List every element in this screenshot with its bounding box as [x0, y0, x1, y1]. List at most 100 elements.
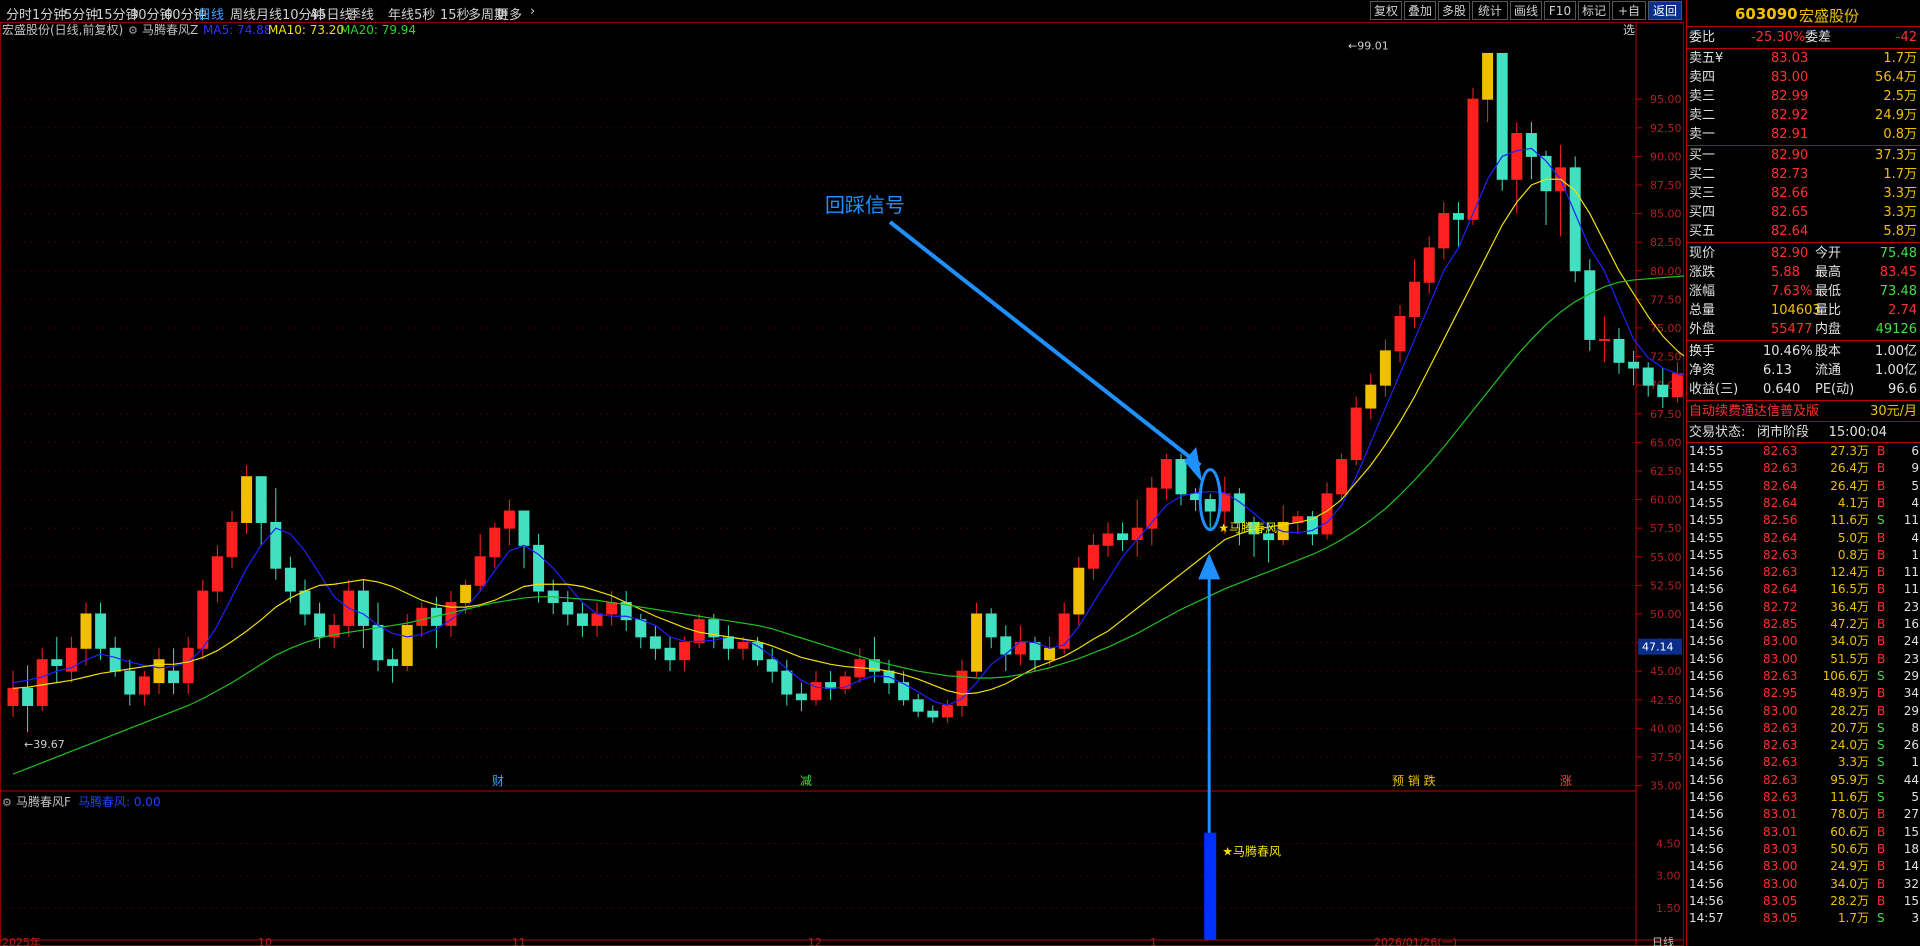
- tick-time: 14:55: [1689, 461, 1724, 476]
- candle: [927, 710, 939, 718]
- tick-time: 14:56: [1689, 859, 1724, 874]
- stat2-label: 净资: [1689, 363, 1716, 378]
- period-tab-13[interactable]: 5秒: [414, 4, 435, 23]
- sell-label: 卖二: [1689, 108, 1716, 123]
- toolbar-button-0[interactable]: 复权: [1370, 1, 1402, 20]
- period-tab-12[interactable]: 年线: [388, 4, 414, 23]
- tick-volume: 26.4万: [1830, 461, 1869, 476]
- candle: [124, 670, 136, 695]
- tick-time: 14:56: [1689, 599, 1724, 614]
- sub-settings-icon: ⚙: [2, 796, 12, 809]
- candle: [460, 584, 472, 604]
- period-tab-1[interactable]: 1分钟: [32, 4, 66, 23]
- period-tab-7[interactable]: 周线: [230, 4, 256, 23]
- period-tab-6[interactable]: 日线: [198, 4, 224, 23]
- tick-count: 15: [1903, 824, 1919, 839]
- tick-direction: B: [1877, 444, 1886, 458]
- candle: [387, 659, 399, 666]
- candle: [679, 642, 691, 661]
- period-toolbar: 分时 1分钟 5分钟 15分钟 30分钟 60分钟 日线 周线 月线 10分钟 45日线 季线 年线 5秒…: [0, 0, 1684, 37]
- toolbar-button-4[interactable]: 画线: [1510, 1, 1542, 20]
- y-tick-label: 90.00: [1650, 150, 1682, 163]
- y-tick-label: 77.50: [1650, 293, 1682, 306]
- y-tick-label: 80.00: [1650, 265, 1682, 278]
- toolbar-button-1[interactable]: 叠加: [1404, 1, 1436, 20]
- tick-direction: S: [1877, 513, 1885, 528]
- y-tick-label: 57.50: [1650, 522, 1682, 535]
- candle: [372, 624, 384, 661]
- candle: [562, 602, 574, 615]
- toolbar-button-7[interactable]: +自选: [1612, 1, 1646, 37]
- tick-row: 14:56 83.01 60.6万 B 15: [1687, 823, 1920, 841]
- period-tab-0[interactable]: 分时: [6, 4, 32, 23]
- candle: [1117, 533, 1129, 541]
- toolbar-button-6[interactable]: 标记: [1578, 1, 1610, 20]
- stat-label: 总量: [1689, 303, 1716, 318]
- tick-price: 82.72: [1763, 599, 1798, 614]
- sell-level-row: 卖一 82.91 0.8万: [1687, 125, 1920, 144]
- sell-price: 82.91: [1771, 127, 1809, 142]
- tick-volume: 11.6万: [1830, 513, 1869, 528]
- tick-row: 14:55 82.56 11.6万 S 11: [1687, 511, 1920, 529]
- candle: [1598, 338, 1610, 341]
- stat-label-2: 最低: [1815, 284, 1842, 299]
- tick-row: 14:56 82.63 3.3万 S 1: [1687, 753, 1920, 771]
- stock-name: 宏盛股份: [1799, 7, 1860, 25]
- tick-time: 14:56: [1689, 876, 1724, 891]
- tick-count: 15: [1903, 893, 1919, 908]
- stock-code: 603090: [1735, 5, 1798, 23]
- period-tab-10[interactable]: 45日线: [310, 4, 353, 23]
- weibi-label: 委比: [1689, 30, 1716, 45]
- stat-value: 104603: [1771, 303, 1821, 318]
- settings-icon: ⚙: [128, 24, 138, 37]
- tick-price: 82.63: [1763, 738, 1798, 753]
- stat-value: 7.63%: [1771, 284, 1813, 299]
- toolbar-button-2[interactable]: 多股: [1438, 1, 1470, 20]
- tick-price: 82.63: [1763, 755, 1798, 770]
- tick-count: 5: [1911, 790, 1919, 804]
- candle: [971, 613, 983, 672]
- sub-value-label: 马腾春风: 0.00: [78, 794, 161, 809]
- toolbar-button-5[interactable]: F10: [1544, 1, 1576, 20]
- period-tab-11[interactable]: 季线: [348, 4, 374, 23]
- y-tick-label: 75.00: [1650, 322, 1682, 335]
- promo-row[interactable]: 自动续费通达信普及版 30元/月: [1687, 402, 1920, 421]
- candle: [649, 636, 661, 649]
- tick-count: 11: [1903, 582, 1919, 597]
- toolbar-button-8[interactable]: 返回: [1648, 1, 1682, 20]
- x-axis-label-2: 11: [512, 936, 526, 946]
- sell-price: 82.99: [1771, 89, 1809, 104]
- tick-price: 82.63: [1763, 668, 1798, 683]
- tick-time: 14:55: [1689, 495, 1724, 510]
- candle: [576, 613, 588, 626]
- stat-value-2: 73.48: [1879, 284, 1917, 299]
- tick-volume: 3.3万: [1837, 755, 1869, 770]
- period-tab-16[interactable]: 更多: [496, 4, 522, 23]
- buy-label: 买五: [1689, 224, 1716, 239]
- more-chevron-icon[interactable]: ›: [530, 4, 535, 19]
- tick-direction: S: [1877, 911, 1885, 926]
- tick-count: 23: [1903, 599, 1919, 614]
- x-axis-label-0: 2025年: [2, 935, 41, 946]
- tick-count: 16: [1903, 617, 1919, 631]
- period-tab-8[interactable]: 月线: [256, 4, 282, 23]
- tick-time: 14:56: [1689, 703, 1724, 718]
- tick-row: 14:56 83.05 28.2万 B 15: [1687, 892, 1920, 910]
- tick-count: 6: [1911, 444, 1919, 458]
- tick-price: 82.64: [1763, 530, 1798, 545]
- stat-row: 总量 104603 量比 2.74: [1687, 301, 1920, 320]
- kline-chart[interactable]: 95.00 92.50 90.00 87.50 85.00 82.50 80.00 77.50…: [0, 22, 1684, 946]
- period-tab-14[interactable]: 15秒: [440, 4, 470, 23]
- tick-volume: 28.2万: [1830, 893, 1869, 908]
- sell-volume: 24.9万: [1875, 108, 1917, 123]
- tick-direction: B: [1877, 634, 1886, 649]
- tick-count: 11: [1903, 565, 1919, 580]
- y-tick-label: 37.50: [1650, 751, 1682, 764]
- period-tab-2[interactable]: 5分钟: [64, 4, 98, 23]
- tick-volume: 28.2万: [1830, 703, 1869, 718]
- toolbar-button-3[interactable]: 统计: [1472, 1, 1508, 20]
- sell-volume: 1.7万: [1883, 51, 1917, 66]
- y-tick-label: 92.50: [1650, 122, 1682, 135]
- tick-direction: B: [1877, 686, 1886, 701]
- tick-row: 14:56 82.63 11.6万 S 5: [1687, 788, 1920, 806]
